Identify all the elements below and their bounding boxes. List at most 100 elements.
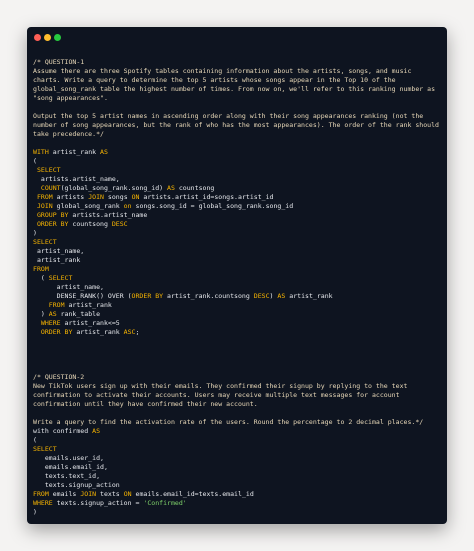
code-token: global_song_rank table the highest numbe… — [33, 85, 436, 93]
code-token: take precedence.*/ — [33, 130, 104, 138]
code-token: WITH — [33, 148, 53, 156]
minimize-button[interactable] — [44, 34, 51, 41]
code-token: artist_rank.countsong — [167, 292, 254, 300]
code-token: JOIN — [88, 193, 108, 201]
code-token: artists — [56, 193, 89, 201]
code-token: songs — [107, 193, 132, 201]
code-window: /* QUESTION-1 Assume there are three Spot… — [27, 27, 447, 524]
code-token: ) — [33, 229, 37, 237]
code-token: emails.email_id, — [33, 463, 108, 471]
code-token: Assume there are three Spotify tables co… — [33, 67, 412, 75]
code-line: WHERE artist_rank<=5 — [33, 319, 441, 328]
code-token: WHERE — [33, 499, 57, 507]
code-token: confirmed — [52, 427, 93, 435]
code-token: on — [123, 202, 136, 210]
code-line: emails.email_id, — [33, 463, 441, 472]
code-token: emails.email_id=texts.email_id — [135, 490, 254, 498]
code-token: FROM — [33, 301, 69, 309]
code-line: global_song_rank table the highest numbe… — [33, 85, 441, 94]
code-line: FROM — [33, 265, 441, 274]
code-token: ASC — [123, 328, 136, 336]
code-token: artists.artist_id=songs.artist_id — [143, 193, 274, 201]
code-line: FROM artists JOIN songs ON artists.artis… — [33, 193, 441, 202]
code-token: ORDER BY — [33, 328, 77, 336]
code-token: GROUP BY — [33, 211, 73, 219]
code-line: confirmation to activate their accounts.… — [33, 391, 441, 400]
code-line: texts.signup_action — [33, 481, 441, 490]
code-line: ORDER BY artist_rank ASC; — [33, 328, 441, 337]
code-line: Output the top 5 artist names in ascendi… — [33, 112, 441, 121]
code-line: artist_rank — [33, 256, 441, 265]
code-token: ON — [131, 193, 144, 201]
code-token: artist_rank<=5 — [64, 319, 120, 327]
code-line: Assume there are three Spotify tables co… — [33, 67, 441, 76]
code-token: New TikTok users sign up with their emai… — [33, 382, 408, 390]
close-button[interactable] — [34, 34, 41, 41]
code-line: artist_name, — [33, 283, 441, 292]
code-token: with — [33, 427, 53, 435]
code-token: ( — [33, 274, 49, 282]
code-token: artist_name, — [33, 283, 104, 291]
code-line: SELECT — [33, 166, 441, 175]
code-line: ) — [33, 508, 441, 517]
code-line: DENSE_RANK() OVER (ORDER BY artist_rank.… — [33, 292, 441, 301]
code-token: number of song appearances, but the rank… — [33, 121, 439, 129]
code-line: ) — [33, 229, 441, 238]
code-line: with confirmed AS — [33, 427, 441, 436]
maximize-button[interactable] — [54, 34, 61, 41]
code-token: SELECT — [33, 445, 57, 453]
code-token: texts.text_id, — [33, 472, 101, 480]
code-token: artist_rank — [76, 328, 124, 336]
code-line: confirmation until they have confirmed t… — [33, 400, 441, 409]
code-token: artists.artist_name, — [33, 175, 120, 183]
code-token: texts — [100, 490, 124, 498]
code-token: FROM — [33, 265, 49, 273]
code-token: ) — [33, 310, 49, 318]
code-line: WHERE texts.signup_action = 'Confirmed' — [33, 499, 441, 508]
code-token: FROM — [33, 490, 53, 498]
code-token: artist_rank — [289, 292, 333, 300]
code-line: WITH artist_rank AS — [33, 148, 441, 157]
code-token: ORDER BY — [131, 292, 168, 300]
code-token: ) — [33, 508, 37, 516]
code-token: global_song_rank — [56, 202, 124, 210]
code-token: Output the top 5 artist names in ascendi… — [33, 112, 424, 120]
code-token: countsong — [178, 184, 215, 192]
code-token: SELECT — [33, 238, 57, 246]
code-token: SELECT — [48, 274, 73, 282]
code-line: Write a query to find the activation rat… — [33, 418, 441, 427]
code-token: Write a query to find the activation rat… — [33, 418, 424, 426]
code-line: texts.text_id, — [33, 472, 441, 481]
code-token: (global_song_rank.song_id) — [60, 184, 168, 192]
code-token: ORDER BY — [33, 220, 73, 228]
code-line: GROUP BY artists.artist_name — [33, 211, 441, 220]
code-token: texts.signup_action — [33, 481, 120, 489]
code-token: emails.user_id, — [33, 454, 104, 462]
code-token: SELECT — [33, 166, 61, 174]
code-line: artists.artist_name, — [33, 175, 441, 184]
code-token: charts. Write a query to determine the t… — [33, 76, 396, 84]
code-token: confirmation until they have confirmed t… — [33, 400, 258, 408]
code-token: AS — [48, 310, 61, 318]
code-token: confirmation to activate their accounts.… — [33, 391, 400, 399]
code-token: artist_name, — [33, 247, 85, 255]
code-token: artist_rank — [52, 148, 101, 156]
code-token: AS — [92, 427, 101, 435]
code-line: /* QUESTION-1 — [33, 58, 441, 67]
code-editor[interactable]: /* QUESTION-1 Assume there are three Spot… — [33, 49, 441, 518]
code-token: "song appearances". — [33, 94, 108, 102]
code-token: DENSE_RANK() OVER ( — [33, 292, 132, 300]
code-token: JOIN — [80, 490, 101, 498]
code-line: FROM artist_rank — [33, 301, 441, 310]
window-titlebar — [27, 27, 447, 49]
code-line: number of song appearances, but the rank… — [33, 121, 441, 130]
code-line: ( — [33, 157, 441, 166]
code-token: artist_rank — [68, 301, 112, 309]
